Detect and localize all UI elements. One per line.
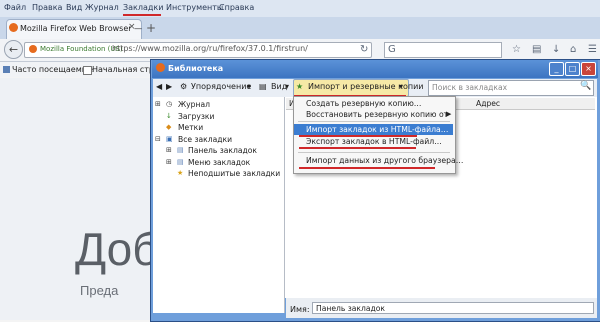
menu-bookmarks[interactable]: Закладки: [123, 3, 163, 12]
reload-icon[interactable]: ↻: [360, 44, 368, 55]
star-icon: ★: [177, 169, 184, 177]
page-subheading: Преда: [80, 283, 119, 298]
menu-item-create-backup[interactable]: Создать резервную копию…: [306, 99, 422, 108]
folder-icon: [3, 66, 10, 73]
menu-help[interactable]: Справка: [219, 3, 254, 12]
download-icon: ↓: [166, 112, 172, 120]
back-button[interactable]: ←: [4, 40, 23, 59]
column-address[interactable]: Адрес: [476, 99, 500, 108]
annotation-underline: [299, 167, 435, 169]
menu-separator: [298, 121, 450, 122]
bookmark-tree: [153, 97, 285, 313]
expand-icon[interactable]: ⊞: [166, 158, 172, 166]
tree-item-all-bookmarks[interactable]: Все закладки: [178, 135, 232, 144]
site-identity: Mozilla Foundation (US): [40, 45, 123, 53]
chevron-down-icon: ▾: [399, 82, 404, 91]
tag-icon: ◆: [166, 123, 172, 131]
menu-tools[interactable]: Инструменты: [166, 3, 223, 12]
folder-icon: ▤: [177, 146, 184, 154]
name-field[interactable]: Панель закладок: [312, 302, 594, 314]
import-backup-label: Импорт и резервные копии: [308, 82, 424, 91]
tree-item-downloads[interactable]: Загрузки: [178, 112, 214, 121]
search-icon[interactable]: 🔍: [580, 81, 591, 91]
star-icon: ★: [296, 82, 304, 91]
organize-icon: ⚙: [180, 82, 188, 91]
firefox-icon: [156, 63, 165, 72]
name-label: Имя:: [290, 305, 310, 314]
menu-item-restore-backup[interactable]: Восстановить резервную копию от: [306, 110, 448, 119]
menu-history[interactable]: Журнал: [85, 3, 119, 12]
tree-item-bookmarks-menu[interactable]: Меню закладок: [188, 158, 250, 167]
bookmark-most-visited[interactable]: Часто посещаемые: [12, 65, 93, 74]
folder-icon: ▤: [177, 158, 184, 166]
expand-icon[interactable]: ⊞: [166, 146, 172, 154]
chevron-down-icon: ▾: [285, 82, 290, 91]
star-icon[interactable]: ☆: [512, 44, 521, 55]
bookmarks-icon: ▣: [166, 135, 173, 143]
menu-edit[interactable]: Правка: [32, 3, 62, 12]
back-arrow-icon[interactable]: ◀: [156, 82, 162, 91]
url-text: https://www.mozilla.org/ru/firefox/37.0.…: [112, 44, 308, 53]
tab-title: Mozilla Firefox Web Browser —: [20, 24, 143, 33]
clock-icon: ◷: [166, 100, 173, 108]
menu-separator: [298, 152, 450, 153]
page-heading: Доб: [75, 223, 159, 275]
bookmark-list-icon[interactable]: ▤: [532, 44, 541, 55]
tree-item-bookmarks-toolbar[interactable]: Панель закладок: [188, 146, 257, 155]
forward-arrow-icon[interactable]: ▶: [166, 82, 172, 91]
home-icon[interactable]: ⌂: [570, 44, 576, 55]
close-tab-icon[interactable]: ×: [128, 22, 136, 32]
new-tab-button[interactable]: +: [146, 21, 156, 35]
menu-icon[interactable]: ☰: [588, 44, 597, 55]
chevron-down-icon: ▾: [247, 82, 252, 91]
google-icon: G: [388, 44, 396, 55]
page-icon: [83, 66, 92, 75]
organize-button[interactable]: Упорядочение: [191, 82, 251, 91]
library-title: Библиотека: [168, 64, 224, 73]
expand-icon[interactable]: ⊞: [155, 100, 161, 108]
tree-item-history[interactable]: Журнал: [178, 100, 210, 109]
minimize-button[interactable]: _: [549, 62, 564, 76]
menu-item-import-html[interactable]: Импорт закладок из HTML-файла…: [306, 125, 448, 134]
download-icon[interactable]: ↓: [552, 44, 560, 55]
collapse-icon[interactable]: ⊟: [155, 135, 161, 143]
maximize-button[interactable]: □: [565, 62, 580, 76]
menu-file[interactable]: Файл: [4, 3, 26, 12]
site-identity-icon: [29, 45, 37, 53]
search-input[interactable]: [384, 42, 502, 58]
menu-item-import-other-browser[interactable]: Импорт данных из другого браузера…: [306, 156, 463, 165]
menu-view[interactable]: Вид: [66, 3, 82, 12]
chevron-right-icon: ▶: [446, 110, 452, 118]
annotation-underline: [123, 14, 161, 16]
library-search-placeholder: Поиск в закладках: [432, 83, 508, 92]
menu-item-export-html[interactable]: Экспорт закладок в HTML-файл…: [306, 137, 442, 146]
tree-item-unsorted[interactable]: Неподшитые закладки: [188, 169, 280, 178]
firefox-icon: [9, 23, 18, 32]
close-button[interactable]: ×: [581, 62, 596, 76]
tree-item-tags[interactable]: Метки: [178, 123, 203, 132]
view-icon: ▤: [259, 82, 267, 91]
annotation-underline: [299, 147, 416, 149]
